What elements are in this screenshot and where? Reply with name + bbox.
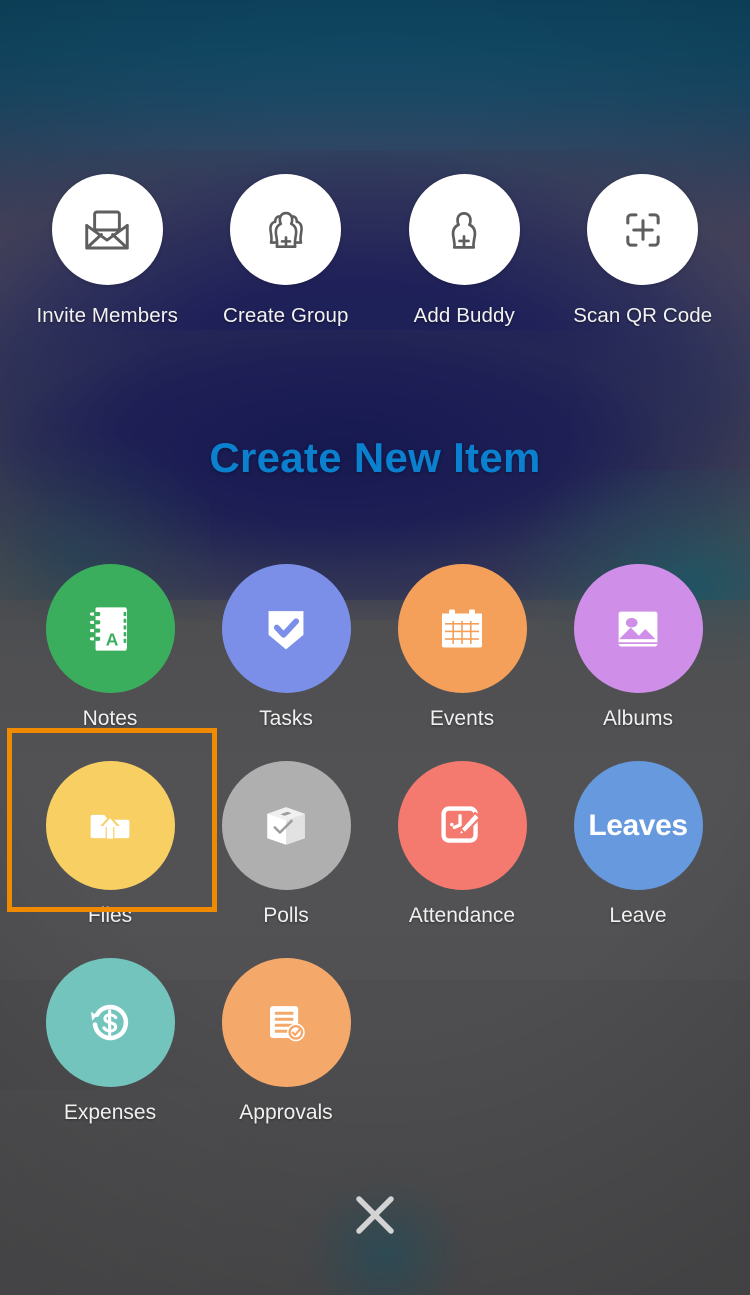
albums-icon-circle <box>573 564 703 693</box>
grid-item-label: Albums <box>602 707 674 730</box>
close-button[interactable] <box>340 1180 410 1250</box>
grid-item-label: Files <box>87 904 133 927</box>
expense-refresh-icon <box>79 992 141 1054</box>
quick-action-create-group[interactable]: Create Group <box>206 174 366 328</box>
shield-check-icon <box>255 598 317 660</box>
grid-item-leave[interactable]: Leaves Leave <box>550 761 726 928</box>
grid-item-files[interactable]: Files <box>22 761 198 928</box>
grid-item-albums[interactable]: Albums <box>550 564 726 731</box>
quick-action-label: Invite Members <box>36 304 179 327</box>
qr-scan-icon <box>617 204 669 256</box>
quick-action-icon-bg <box>408 174 520 285</box>
expenses-icon-circle <box>45 958 175 1087</box>
grid-item-events[interactable]: Events <box>374 564 550 731</box>
grid-item-notes[interactable]: A Notes <box>22 564 198 731</box>
files-icon-circle <box>45 761 175 890</box>
calendar-icon <box>430 597 494 661</box>
person-add-icon <box>439 205 489 255</box>
create-new-item-screen: Invite Members Create Group Add Buddy Sc… <box>0 0 750 1295</box>
page-title: Create New Item <box>209 434 541 481</box>
grid-item-tasks[interactable]: Tasks <box>198 564 374 731</box>
grid-item-label: Tasks <box>259 707 313 730</box>
quick-action-label: Create Group <box>223 304 349 327</box>
leave-icon-circle: Leaves <box>573 761 703 890</box>
grid-item-approvals[interactable]: Approvals <box>198 958 374 1125</box>
quick-action-invite-members[interactable]: Invite Members <box>27 174 187 328</box>
close-x-icon <box>347 1187 403 1243</box>
grid-item-label: Expenses <box>63 1101 157 1124</box>
group-add-icon <box>260 204 312 256</box>
document-check-icon <box>256 993 316 1053</box>
attendance-icon-circle <box>397 761 527 890</box>
grid-item-label: Notes <box>82 707 138 730</box>
events-icon-circle <box>397 564 527 693</box>
quick-action-label: Add Buddy <box>413 304 515 327</box>
quick-actions-row: Invite Members Create Group Add Buddy Sc… <box>0 174 750 328</box>
grid-item-label: Attendance <box>408 904 516 927</box>
grid-item-label: Events <box>429 707 495 730</box>
quick-action-icon-bg <box>587 174 699 285</box>
photo-icon <box>607 598 669 660</box>
quick-action-scan-qr-code[interactable]: Scan QR Code <box>563 174 723 328</box>
tasks-icon-circle <box>221 564 351 693</box>
grid-item-expenses[interactable]: Expenses <box>22 958 198 1125</box>
quick-action-icon-bg <box>230 174 342 285</box>
approvals-icon-circle <box>221 958 351 1087</box>
quick-action-label: Scan QR Code <box>573 304 713 327</box>
grid-item-label: Polls <box>263 904 309 927</box>
notes-icon-circle: A <box>45 564 175 693</box>
envelope-open-icon <box>80 203 134 257</box>
grid-item-label: Leave <box>609 904 667 927</box>
ballot-box-icon <box>256 796 316 856</box>
quick-action-icon-bg <box>51 174 163 285</box>
notebook-icon: A <box>77 596 143 662</box>
clock-pencil-icon <box>431 795 493 857</box>
quick-action-add-buddy[interactable]: Add Buddy <box>384 174 544 328</box>
leaves-text-icon: Leaves <box>588 808 688 842</box>
grid-item-attendance[interactable]: Attendance <box>374 761 550 928</box>
grid-item-label: Approvals <box>239 1101 333 1124</box>
create-item-grid: A Notes Tasks Events Albums Files Polls … <box>0 564 750 1155</box>
svg-text:A: A <box>106 629 119 649</box>
polls-icon-circle <box>221 761 351 890</box>
folder-upload-icon <box>79 795 141 857</box>
grid-item-polls[interactable]: Polls <box>198 761 374 928</box>
